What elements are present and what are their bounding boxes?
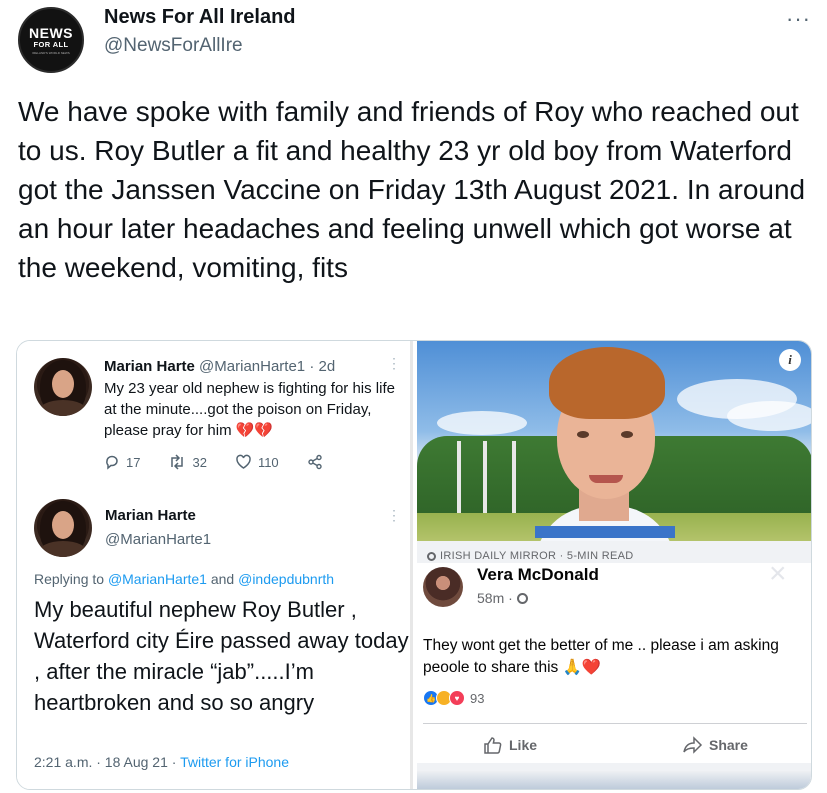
embedded-tweet-2-handle: @MarianHarte1	[105, 531, 212, 548]
vera-mcdonald-avatar	[423, 567, 463, 607]
reply-icon	[106, 455, 118, 470]
tweet-text: We have spoke with family and friends of…	[18, 96, 806, 283]
mention-indepdubnrth: @indepdubnrth	[238, 571, 335, 587]
author-handle[interactable]: @NewsForAllIre	[104, 35, 243, 57]
share-count	[307, 454, 329, 470]
embedded-tweet-1-header: Marian Harte @MarianHarte1 · 2d	[104, 358, 335, 375]
embedded-tweet-1-name: Marian Harte	[104, 358, 195, 375]
like-count: 110	[235, 454, 279, 470]
avatar-logo-line-3: IRELAND'S WORLD NEWS	[32, 50, 70, 55]
embedded-tweet-1-more-icon: ⋮	[387, 355, 401, 371]
share-icon	[307, 454, 322, 470]
fb-divider	[423, 723, 807, 724]
heart-icon	[236, 454, 251, 469]
embedded-tweet-1-text: My 23 year old nephew is fighting for hi…	[104, 378, 404, 441]
embedded-tweet-2-name: Marian Harte	[105, 507, 196, 524]
avatar-logo-line-2: FOR ALL	[33, 39, 69, 49]
more-options-icon[interactable]: ···	[786, 6, 811, 32]
reply-count: 17	[104, 454, 140, 470]
marian-harte-avatar-2	[34, 499, 92, 557]
mention-marianharte1: @MarianHarte1	[107, 571, 207, 587]
fb-reactions: 👍 ♥ 93	[423, 690, 484, 706]
globe-icon	[516, 592, 528, 604]
pray-heart-emoji: 🙏❤️	[562, 659, 602, 676]
love-reaction-icon: ♥	[449, 690, 465, 706]
retweet-icon	[171, 454, 184, 470]
article-source: IRISH DAILY MIRROR · 5-MIN READ	[427, 550, 633, 562]
media-image-article[interactable]: i IRISH DAILY MIRROR · 5-MIN READ Vera M…	[417, 341, 811, 789]
avatar-logo-line-1: NEWS	[29, 24, 73, 41]
tweet-media[interactable]: Marian Harte @MarianHarte1 · 2d ⋮ My 23 …	[16, 340, 812, 790]
fb-post-author: Vera McDonald	[477, 565, 599, 584]
marian-harte-avatar	[34, 358, 92, 416]
embedded-tweet-2-text: My beautiful nephew Roy Butler , Waterfo…	[34, 597, 409, 715]
reaction-count: 93	[470, 690, 485, 706]
embedded-tweet-1-actions: 17 32 110	[104, 454, 357, 470]
embedded-tweet-1-handle: @MarianHarte1 · 2d	[199, 358, 336, 375]
thumbs-up-icon	[484, 737, 502, 754]
fb-post-time: 58m ·	[477, 590, 528, 606]
embedded-tweet-2-more-icon: ⋮	[387, 507, 401, 523]
tweet-source-label: Twitter for iPhone	[180, 754, 289, 770]
broken-heart-emoji: 💔💔	[235, 422, 274, 439]
fb-like-button: Like	[483, 736, 537, 754]
facebook-post: Vera McDonald 58m · × They wont get the …	[417, 557, 811, 763]
share-arrow-icon	[683, 736, 703, 754]
article-photo: i	[417, 341, 811, 541]
image-bottom-edge	[417, 771, 811, 789]
media-image-tweets[interactable]: Marian Harte @MarianHarte1 · 2d ⋮ My 23 …	[17, 341, 413, 789]
close-icon: ×	[769, 557, 787, 590]
fb-post-text: They wont get the better of me .. please…	[423, 637, 779, 676]
author-name[interactable]: News For All Ireland	[104, 6, 296, 29]
embedded-tweet-2-replying-to: Replying to @MarianHarte1 and @indepdubn…	[34, 571, 335, 587]
fb-share-button: Share	[683, 736, 748, 754]
embedded-tweet-2-meta: 2:21 a.m. · 18 Aug 21 · Twitter for iPho…	[34, 754, 289, 770]
retweet-count: 32	[168, 454, 207, 470]
source-icon	[427, 551, 436, 561]
author-avatar[interactable]: NEWS FOR ALL IRELAND'S WORLD NEWS	[18, 7, 84, 73]
info-icon[interactable]: i	[779, 349, 801, 371]
